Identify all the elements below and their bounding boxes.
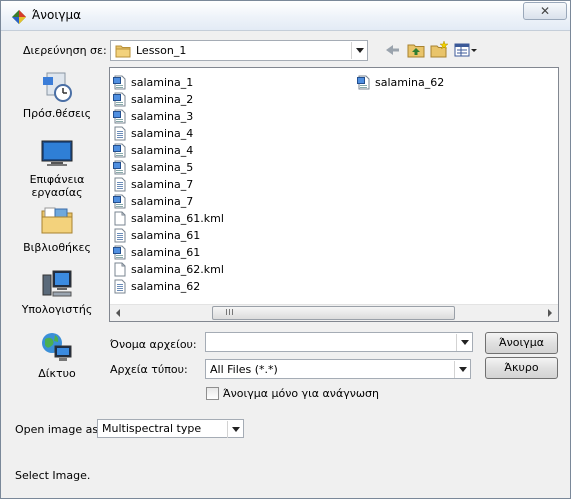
image-file-icon [113, 160, 126, 175]
image-file-icon [113, 143, 126, 158]
file-name: salamina_61.kml [131, 212, 224, 225]
place-recent[interactable]: Πρόσ.θέσεις [11, 71, 103, 120]
file-name: salamina_7 [131, 195, 194, 208]
blank-file-icon [114, 262, 126, 277]
filetype-select[interactable]: All Files (*.*) [205, 359, 471, 379]
place-libraries[interactable]: Βιβλιοθήκες [11, 205, 103, 254]
place-label: Πρόσ.θέσεις [22, 107, 92, 120]
window-title: Άνοιγμα [32, 8, 82, 22]
computer-icon [42, 270, 72, 297]
look-in-combo[interactable]: Lesson_1 [110, 40, 368, 61]
document-file-icon [114, 228, 126, 243]
place-label: Υπολογιστής [21, 303, 93, 316]
view-menu-icon[interactable] [453, 41, 479, 59]
open-dialog: Άνοιγμα ✕ Διερεύνηση σε: Lesson_1 Πρόσ.θ… [0, 0, 571, 499]
document-file-icon [114, 279, 126, 294]
filetype-label: Αρχεία τύπου: [110, 363, 188, 376]
filename-label: Όνομα αρχείου: [110, 338, 197, 351]
file-name: salamina_62.kml [131, 263, 224, 276]
folder-icon [115, 45, 131, 58]
chevron-down-icon[interactable] [351, 42, 366, 59]
file-name: salamina_4 [131, 127, 194, 140]
open-image-as-value: Multispectral type [102, 422, 202, 435]
new-folder-icon[interactable] [429, 41, 449, 59]
places-bar: Πρόσ.θέσεις Επιφάνεια εργασίας Βιβλιοθήκ… [11, 67, 103, 397]
cancel-button[interactable]: Άκυρο [485, 357, 558, 379]
chevron-down-icon[interactable] [456, 334, 471, 351]
scroll-thumb[interactable] [212, 306, 455, 320]
scroll-left-icon[interactable] [110, 305, 127, 321]
file-name: salamina_4 [131, 144, 194, 157]
place-network[interactable]: Δίκτυο [11, 331, 103, 380]
recent-places-icon [43, 72, 72, 102]
place-computer[interactable]: Υπολογιστής [11, 267, 103, 316]
readonly-checkbox[interactable] [206, 387, 219, 400]
app-icon [12, 10, 26, 24]
open-image-as-select[interactable]: Multispectral type [97, 419, 244, 438]
image-file-icon [357, 75, 370, 90]
back-arrow-icon[interactable] [383, 41, 403, 59]
file-name: salamina_62 [375, 76, 445, 89]
file-name: salamina_61 [131, 246, 201, 259]
image-file-icon [113, 245, 126, 260]
open-button[interactable]: Άνοιγμα [485, 332, 558, 354]
place-label: Επιφάνεια εργασίας [29, 173, 85, 199]
file-name: salamina_61 [131, 229, 201, 242]
image-file-icon [113, 75, 126, 90]
place-desktop[interactable]: Επιφάνεια εργασίας [11, 137, 103, 199]
readonly-label: Άνοιγμα μόνο για ανάγνωση [223, 387, 380, 400]
chevron-down-icon[interactable] [454, 361, 469, 378]
file-name: salamina_7 [131, 178, 194, 191]
file-name: salamina_62 [131, 280, 201, 293]
place-label: Βιβλιοθήκες [23, 241, 91, 254]
close-button[interactable]: ✕ [523, 2, 567, 20]
file-name: salamina_3 [131, 110, 194, 123]
image-file-icon [113, 92, 126, 107]
look-in-label: Διερεύνηση σε: [23, 44, 107, 57]
libraries-icon [41, 207, 73, 234]
filename-input[interactable] [205, 332, 473, 352]
place-label: Δίκτυο [38, 367, 76, 380]
open-image-as-label: Open image as: [15, 423, 102, 436]
up-folder-icon[interactable] [406, 41, 426, 59]
image-file-icon [113, 194, 126, 209]
grip-icon [226, 309, 234, 315]
horizontal-scrollbar[interactable] [110, 304, 558, 321]
image-file-icon [113, 109, 126, 124]
desktop-icon [41, 140, 73, 166]
file-list[interactable]: salamina_1 salamina_2 salamina_3 salamina_4… [109, 67, 559, 322]
status-text: Select Image. [15, 469, 91, 482]
network-icon [42, 333, 72, 361]
blank-file-icon [114, 211, 126, 226]
chevron-down-icon[interactable] [227, 421, 242, 438]
scroll-right-icon[interactable] [541, 305, 558, 321]
file-name: salamina_2 [131, 93, 194, 106]
document-file-icon [114, 126, 126, 141]
title-bar: Άνοιγμα ✕ [1, 1, 570, 31]
look-in-value: Lesson_1 [136, 44, 187, 57]
file-name: salamina_1 [131, 76, 194, 89]
filetype-value: All Files (*.*) [210, 363, 278, 376]
file-name: salamina_5 [131, 161, 194, 174]
document-file-icon [114, 177, 126, 192]
